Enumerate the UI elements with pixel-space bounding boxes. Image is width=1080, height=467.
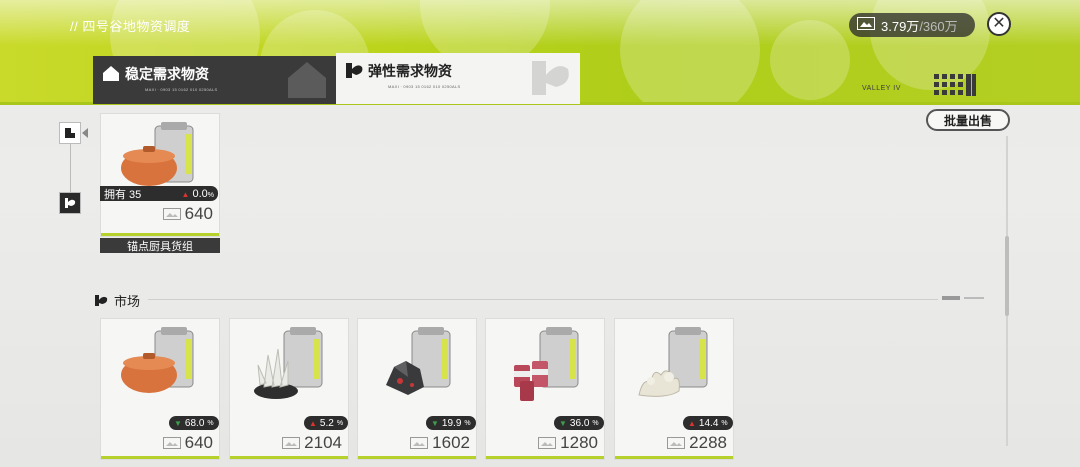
price-row: 2288 <box>667 433 727 453</box>
card-accent-bar <box>101 233 219 236</box>
tab-flex-sub: MAXI · 0903 15 0162 010 0250ALS <box>388 84 461 89</box>
card-accent-bar <box>101 456 219 459</box>
price-change: 14.4 <box>698 417 719 429</box>
price-change: 5.2 <box>319 417 334 429</box>
brand-dots-icon <box>934 74 976 96</box>
nav-market-button[interactable] <box>59 192 81 214</box>
close-icon: ✕ <box>992 15 1006 32</box>
category-side-nav <box>58 122 88 222</box>
cookware-crate-icon <box>121 327 194 393</box>
house-icon <box>101 64 121 87</box>
owned-price: 640 <box>184 204 213 223</box>
price-change-pct: % <box>464 419 471 427</box>
scrollbar-thumb[interactable] <box>1005 236 1009 316</box>
market-card[interactable]: ▼ 36.0% 1280 <box>485 318 605 460</box>
card-accent-bar <box>358 456 476 459</box>
owned-count: 拥有 35 <box>104 188 142 201</box>
price-change-pill: ▼ 68.0% <box>169 416 219 430</box>
close-button[interactable]: ✕ <box>987 12 1011 36</box>
price: 1280 <box>560 433 598 452</box>
card-accent-bar <box>230 456 348 459</box>
cans-crate-icon <box>514 327 579 401</box>
brand-text: VALLEY IV <box>862 85 901 92</box>
owned-status-bar: 拥有 35 ▲ 0.0% <box>100 186 218 201</box>
price-row: 2104 <box>282 433 342 453</box>
market-title: 市场 <box>114 294 141 309</box>
price-change-pct: % <box>336 419 344 427</box>
flex-watermark-icon <box>532 61 569 95</box>
currency-icon <box>162 208 181 220</box>
card-accent-bar <box>486 456 604 459</box>
price-row: 1280 <box>538 433 598 453</box>
trend-down-icon: ▼ <box>559 418 567 428</box>
owned-change-pct: % <box>207 191 214 199</box>
currency-icon <box>667 437 686 449</box>
crystal-crate-icon <box>254 327 323 399</box>
cookware-category-icon <box>65 128 75 138</box>
market-card[interactable]: ▲ 5.2% 2104 <box>229 318 349 460</box>
tab-flexible-demand[interactable]: 弹性需求物资 MAXI · 0903 15 0162 010 0250ALS <box>336 53 580 104</box>
currency-counter[interactable]: 3.79万/360万 <box>849 13 975 37</box>
tab-stable-sub: MAXI · 0903 15 0162 010 0250ALS <box>145 87 218 92</box>
market-card[interactable]: ▼ 68.0% 640 <box>100 318 220 460</box>
owned-item-name: 锚点厨具货组 <box>100 238 220 253</box>
scrollbar[interactable] <box>1005 136 1009 446</box>
section-deco-icon <box>942 296 984 300</box>
currency-icon <box>410 437 429 449</box>
price-change: 36.0 <box>569 417 590 429</box>
coral-crate-icon <box>638 327 708 397</box>
market-card[interactable]: ▼ 19.9% 1602 <box>357 318 477 460</box>
price-change-pill: ▼ 36.0% <box>554 416 604 430</box>
price-change-pill: ▼ 19.9% <box>426 416 476 430</box>
price-change-pct: % <box>207 419 214 427</box>
price-change-pct: % <box>592 419 599 427</box>
currency-icon <box>162 437 181 449</box>
currency-max: /360万 <box>919 18 958 34</box>
tab-stable-demand[interactable]: 稳定需求物资 MAXI · 0903 15 0162 010 0250ALS <box>93 56 336 104</box>
flex-icon <box>344 61 364 84</box>
tab-stable-label: 稳定需求物资 <box>125 66 209 82</box>
nav-cookware-button[interactable] <box>59 122 81 144</box>
price-row: 1602 <box>410 433 470 453</box>
currency-icon <box>857 17 875 33</box>
currency-icon <box>282 437 301 449</box>
brand-logo: VALLEY IV <box>862 72 982 98</box>
price-change-pct: % <box>721 419 728 427</box>
breadcrumb: // 四号谷地物资调度 <box>70 19 191 34</box>
trend-down-icon: ▼ <box>431 418 439 428</box>
tab-flex-label: 弹性需求物资 <box>368 63 452 79</box>
ore-crate-icon <box>386 327 451 395</box>
card-accent-bar <box>615 456 733 459</box>
trend-up-icon: ▲ <box>688 418 696 428</box>
owned-price-row: 640 <box>162 204 213 224</box>
section-divider <box>148 299 938 300</box>
currency-value: 3.79万 <box>881 18 920 34</box>
price: 640 <box>184 433 213 452</box>
owned-change: 0.0 <box>192 187 208 200</box>
house-watermark-icon <box>288 62 326 98</box>
trend-up-icon: ▲ <box>181 189 190 199</box>
price-change-pill: ▲ 14.4% <box>683 416 733 430</box>
market-section-title: 市场 <box>94 291 140 310</box>
price-change: 19.9 <box>441 417 462 429</box>
price-row: 640 <box>162 433 213 453</box>
nav-pointer-icon <box>82 128 88 138</box>
owned-item-card[interactable]: 640 <box>100 113 220 237</box>
price: 1602 <box>432 433 470 452</box>
price-change: 68.0 <box>184 417 205 429</box>
currency-icon <box>538 437 557 449</box>
price: 2104 <box>304 433 342 452</box>
price-change-pill: ▲ 5.2% <box>304 416 348 430</box>
bulk-sell-button[interactable]: 批量出售 <box>926 109 1010 131</box>
market-category-icon <box>65 198 76 208</box>
market-icon <box>95 295 108 306</box>
trend-up-icon: ▲ <box>309 418 317 428</box>
price: 2288 <box>689 433 727 452</box>
market-card[interactable]: ▲ 14.4% 2288 <box>614 318 734 460</box>
trend-down-icon: ▼ <box>174 418 182 428</box>
